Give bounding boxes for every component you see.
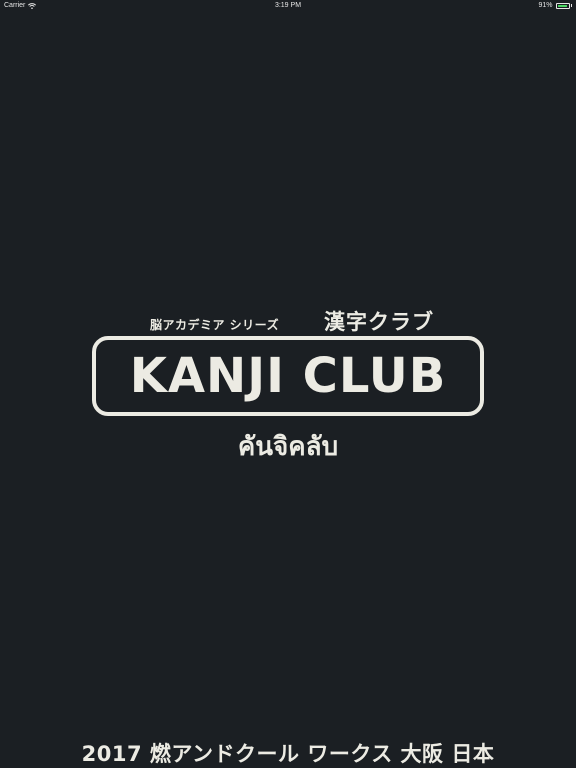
footer-credit: 2017 燃アンドクール ワークス 大阪 日本 bbox=[81, 742, 495, 766]
logo-title: KANJI CLUB bbox=[129, 348, 447, 404]
logo-thai-name: คันจิคลับ bbox=[237, 432, 339, 462]
logo-title-box: KANJI CLUB bbox=[92, 336, 484, 416]
kanji-club-logo: 脳アカデミア シリーズ 漢字クラブ KANJI CLUB คันจิคลับ bbox=[0, 300, 576, 470]
status-right: 91% bbox=[538, 2, 572, 9]
logo-japanese-name: 漢字クラブ bbox=[324, 310, 434, 334]
battery-percent: 91% bbox=[538, 2, 553, 9]
battery-tip bbox=[570, 4, 572, 7]
battery-fill bbox=[557, 4, 567, 7]
status-bar: Carrier 3:19 PM 91% bbox=[0, 0, 576, 12]
status-time: 3:19 PM bbox=[274, 2, 302, 9]
battery-icon bbox=[555, 2, 570, 9]
series-label: 脳アカデミア シリーズ bbox=[150, 318, 280, 332]
